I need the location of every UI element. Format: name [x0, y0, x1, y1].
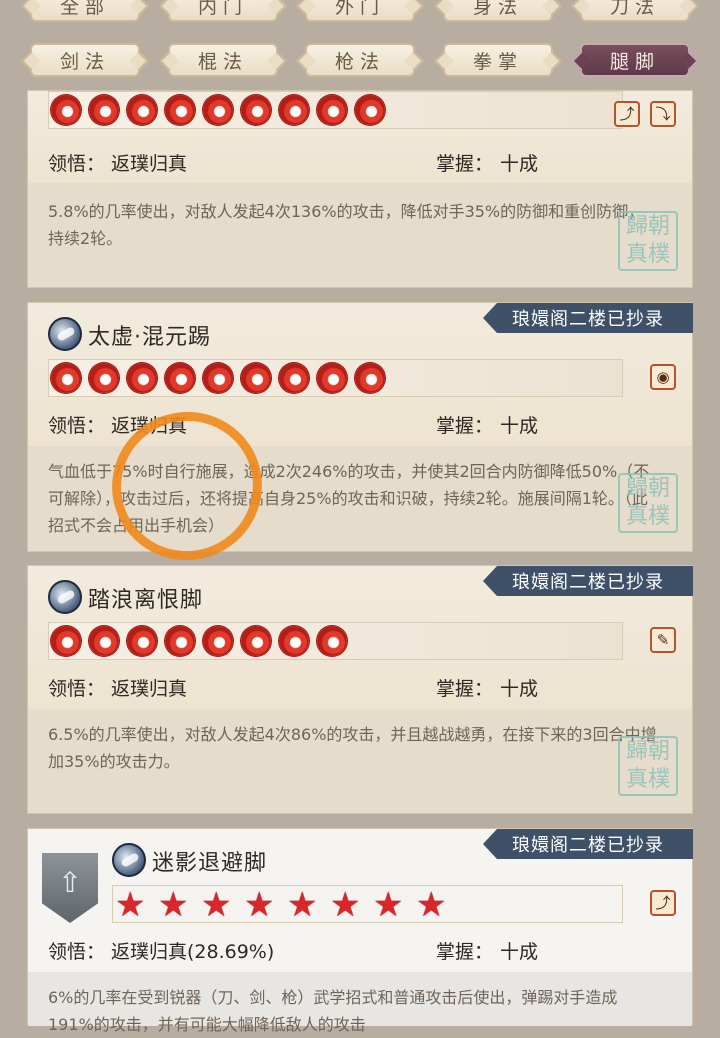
level-star: ★ [287, 885, 318, 925]
skill-description: 6%的几率在受到锐器（刀、剑、枪）武学招式和普通攻击后使出，弹踢对手造成191%… [48, 988, 618, 1034]
comprehension-label: 领悟： [48, 678, 106, 700]
skill-card[interactable]: 琅嬛阁二楼已抄录 踏浪离恨脚 ✎ 领悟： 返璞归真 掌握： 十成 6.5%的几率… [27, 565, 693, 814]
level-orb [89, 363, 119, 393]
kick-type-icon[interactable]: ⤴ [614, 101, 640, 127]
level-orb [127, 626, 157, 656]
tab-inner[interactable]: 内门 [168, 0, 278, 22]
level-orb [51, 95, 81, 125]
level-orbs [48, 359, 623, 397]
skill-card[interactable]: 琅嬛阁二楼已抄录 ⇧ 迷影退避脚 ★ ★ ★ ★ ★ ★ ★ ★ ⤴ 领悟： 返… [27, 828, 693, 1034]
level-star: ★ [201, 885, 232, 925]
level-orb [241, 95, 271, 125]
mastery-value: 十成 [500, 415, 539, 437]
level-orb [51, 363, 81, 393]
mastery-value: 十成 [500, 153, 539, 175]
mastery-value: 十成 [500, 941, 539, 963]
level-orb [165, 363, 195, 393]
tab-outer[interactable]: 外门 [305, 0, 415, 22]
category-tabs-row-1: 全部 内门 外门 身法 刀法 [0, 0, 720, 28]
level-star: ★ [330, 885, 361, 925]
copied-seal: 歸朝真樸 [618, 736, 678, 796]
attack-type-icon[interactable]: ✎ [650, 627, 676, 653]
skill-card[interactable]: ⤴ ⤵ 领悟： 返璞归真 掌握： 十成 5.8%的几率使出，对敌人发起4次136… [27, 90, 693, 288]
mastery-label: 掌握： [436, 153, 494, 175]
tab-movement[interactable]: 身法 [443, 0, 553, 22]
tab-sword[interactable]: 剑法 [30, 43, 140, 77]
level-orb [203, 626, 233, 656]
level-orb [165, 95, 195, 125]
comprehension-value: 返璞归真 [111, 153, 188, 175]
copied-banner: 琅嬛阁二楼已抄录 [483, 566, 693, 596]
category-tabs-row-2: 剑法 棍法 枪法 拳掌 腿脚 [0, 43, 720, 83]
leg-icon[interactable]: ⤵ [650, 101, 676, 127]
skill-name: 踏浪离恨脚 [88, 588, 204, 613]
tab-blade[interactable]: 刀法 [580, 0, 690, 22]
level-orb [165, 626, 195, 656]
comprehension-value: 返璞归真 [111, 678, 188, 700]
skill-icon [48, 317, 82, 351]
level-orbs [48, 622, 623, 660]
mastery-label: 掌握： [436, 941, 494, 963]
skill-icon [48, 580, 82, 614]
skill-name: 太虚·混元踢 [88, 325, 211, 350]
level-orb [51, 626, 81, 656]
level-orb [241, 626, 271, 656]
tab-staff[interactable]: 棍法 [168, 43, 278, 77]
level-orb [279, 95, 309, 125]
comprehension-value: 返璞归真(28.69%) [111, 941, 275, 963]
skill-name: 迷影退避脚 [152, 851, 268, 876]
copied-banner: 琅嬛阁二楼已抄录 [483, 829, 693, 859]
level-orb [203, 363, 233, 393]
level-orb [279, 626, 309, 656]
level-orb [127, 95, 157, 125]
tab-kick[interactable]: 腿脚 [580, 43, 690, 77]
mastery-label: 掌握： [436, 678, 494, 700]
comprehension-label: 领悟： [48, 415, 106, 437]
level-star: ★ [158, 885, 189, 925]
mastery-label: 掌握： [436, 415, 494, 437]
skill-icon [112, 843, 146, 877]
level-stars: ★ ★ ★ ★ ★ ★ ★ ★ [112, 885, 623, 923]
level-orb [203, 95, 233, 125]
upgrade-arrow-icon: ⇧ [58, 866, 82, 899]
level-orbs [48, 91, 623, 129]
level-star: ★ [244, 885, 275, 925]
copied-seal: 歸朝真樸 [618, 473, 678, 533]
kick-type-icon[interactable]: ⤴ [650, 890, 676, 916]
tab-all[interactable]: 全部 [30, 0, 140, 22]
level-orb [241, 363, 271, 393]
tab-spear[interactable]: 枪法 [305, 43, 415, 77]
level-orb [127, 363, 157, 393]
level-orb [317, 626, 347, 656]
tab-fist[interactable]: 拳掌 [443, 43, 553, 77]
comprehension-label: 领悟： [48, 941, 106, 963]
mastery-value: 十成 [500, 678, 539, 700]
level-star: ★ [373, 885, 404, 925]
level-orb [317, 95, 347, 125]
level-star: ★ [115, 885, 146, 925]
level-orb [355, 363, 385, 393]
copied-banner: 琅嬛阁二楼已抄录 [483, 303, 693, 333]
level-orb [89, 95, 119, 125]
level-orb [317, 363, 347, 393]
copied-seal: 歸朝真樸 [618, 211, 678, 271]
skill-description: 6.5%的几率使出，对敌人发起4次86%的攻击，并且越战越勇，在接下来的3回合中… [48, 725, 657, 771]
passive-type-icon[interactable]: ◉ [650, 364, 676, 390]
level-star: ★ [416, 885, 447, 925]
level-orb [89, 626, 119, 656]
comprehension-label: 领悟： [48, 153, 106, 175]
level-orb [279, 363, 309, 393]
level-orb [355, 95, 385, 125]
skill-description: 5.8%的几率使出，对敌人发起4次136%的攻击，降低对手35%的防御和重创防御… [48, 202, 645, 248]
